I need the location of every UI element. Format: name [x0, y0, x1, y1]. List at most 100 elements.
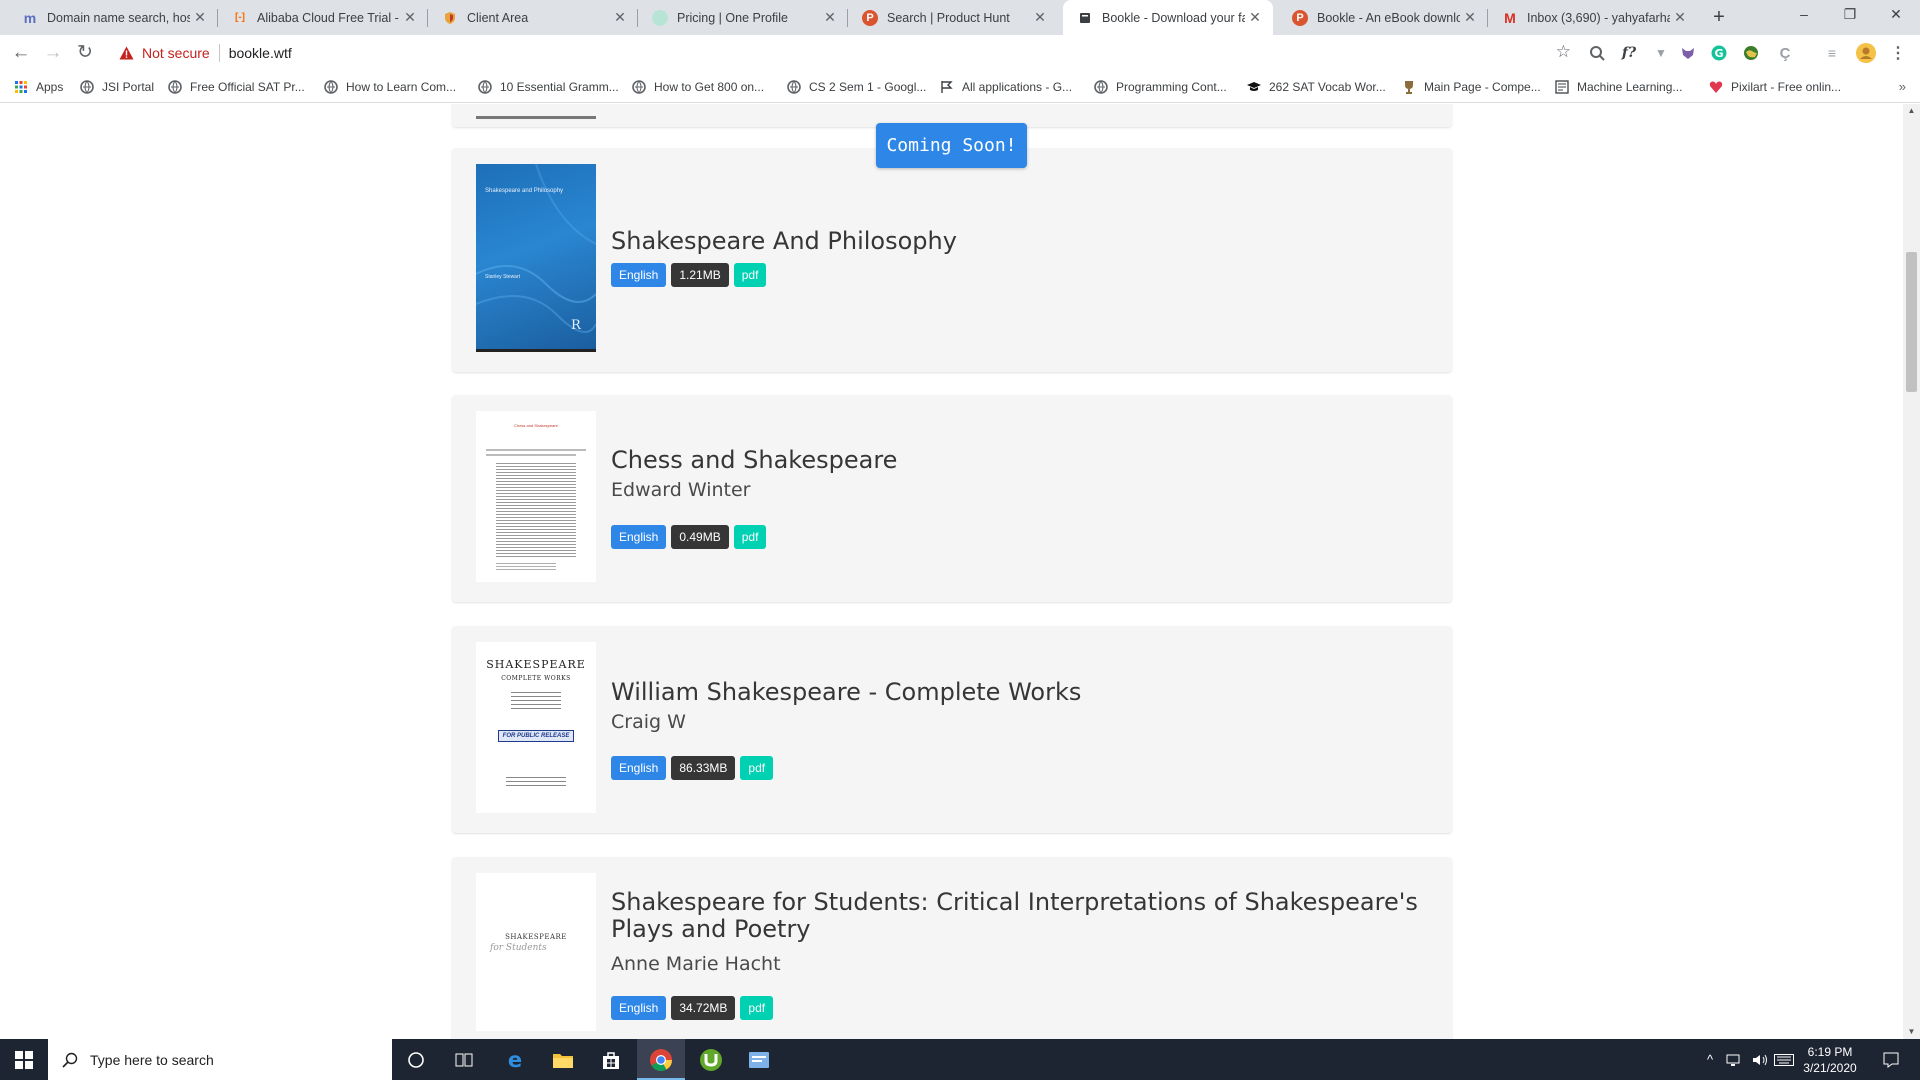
volume-icon[interactable]	[1750, 1039, 1772, 1080]
formula-extension-icon[interactable]: f?	[1619, 43, 1639, 63]
tab-bookle-active[interactable]: Bookle - Download your fav ✕	[1063, 0, 1273, 35]
bookmark-label: CS 2 Sem 1 - Googl...	[809, 80, 927, 94]
tab-title: Client Area	[467, 10, 529, 25]
tab-alibaba[interactable]: [-] Alibaba Cloud Free Trial - B ✕	[218, 0, 428, 35]
network-icon[interactable]	[1722, 1039, 1748, 1080]
tab-gmail-inbox[interactable]: M Inbox (3,690) - yahyafarhan ✕	[1488, 0, 1698, 35]
playlist-extension-icon[interactable]: ≡	[1822, 43, 1842, 63]
close-tab-icon[interactable]: ✕	[190, 9, 210, 26]
close-tab-icon[interactable]: ✕	[1245, 9, 1265, 26]
tab-domain-search[interactable]: m Domain name search, hosti ✕	[8, 0, 218, 35]
keyboard-icon[interactable]	[1772, 1039, 1796, 1080]
book-cover-image[interactable]: SHAKESPEARE COMPLETE WORKS FOR PUBLIC RE…	[476, 642, 596, 813]
close-tab-icon[interactable]: ✕	[1460, 9, 1480, 26]
new-tab-button[interactable]: +	[1707, 6, 1731, 30]
tab-title: Pricing | One Profile	[677, 10, 788, 25]
scrollbar-thumb[interactable]	[1906, 252, 1917, 392]
bookmark-label: How to Learn Com...	[346, 80, 457, 94]
back-icon[interactable]: ←	[8, 40, 34, 66]
file-explorer-icon[interactable]	[539, 1039, 587, 1080]
book-icon	[1077, 10, 1093, 26]
book-card[interactable]: SHAKESPEARE COMPLETE WORKS FOR PUBLIC RE…	[452, 626, 1452, 833]
vue-extension-icon[interactable]: ▼	[1651, 43, 1671, 63]
book-title[interactable]: William Shakespeare - Complete Works	[611, 679, 1431, 706]
bookmark-star-icon[interactable]: ☆	[1556, 42, 1571, 62]
format-tag[interactable]: pdf	[740, 996, 774, 1020]
book-title[interactable]: Chess and Shakespeare	[611, 447, 1431, 474]
tab-one-profile[interactable]: Pricing | One Profile ✕	[638, 0, 848, 35]
book-card[interactable]: Shakespeare and Philosophy Stanley Stewa…	[452, 148, 1452, 372]
book-title[interactable]: Shakespeare And Philosophy	[611, 228, 1431, 255]
flag-icon	[940, 80, 954, 94]
bookmark-machine-learning[interactable]: Machine Learning...	[1555, 71, 1682, 103]
bookmark-apps[interactable]: Apps	[14, 71, 63, 103]
grammarly-icon[interactable]: G	[1709, 43, 1729, 63]
bookmark-applications[interactable]: All applications - G...	[940, 71, 1072, 103]
restore-button[interactable]: ❐	[1827, 0, 1873, 30]
cortana-button[interactable]	[392, 1039, 440, 1080]
scroll-down-icon[interactable]: ▼	[1903, 1025, 1920, 1039]
format-tag[interactable]: pdf	[740, 756, 774, 780]
bookmark-800[interactable]: How to Get 800 on...	[632, 71, 764, 103]
gmail-icon: M	[1504, 9, 1516, 26]
book-title[interactable]: Shakespeare for Students: Critical Inter…	[611, 889, 1431, 943]
warning-icon[interactable]	[118, 45, 134, 61]
page-scrollbar[interactable]: ▲ ▼	[1903, 104, 1920, 1039]
utorrent-icon[interactable]	[687, 1039, 735, 1080]
bookmark-learn-com[interactable]: How to Learn Com...	[324, 71, 456, 103]
close-window-button[interactable]: ✕	[1873, 0, 1919, 30]
address-bar[interactable]: Not secure bookle.wtf ☆	[110, 37, 1585, 68]
chrome-menu-icon[interactable]: ⋮	[1888, 43, 1908, 63]
bookmark-pixilart[interactable]: Pixilart - Free onlin...	[1709, 71, 1841, 103]
book-card[interactable]: Chess and Shakespeare Chess and Shakespe…	[452, 395, 1452, 602]
minimize-button[interactable]: –	[1781, 0, 1827, 30]
task-view-icon[interactable]	[440, 1039, 488, 1080]
book-cover-image[interactable]: SHAKESPEARE for Students	[476, 873, 596, 1031]
close-tab-icon[interactable]: ✕	[610, 9, 630, 26]
bookmark-jsi-portal[interactable]: JSI Portal	[80, 71, 154, 103]
browser-tab-strip: m Domain name search, hosti ✕ [-] Alibab…	[0, 0, 1920, 35]
tray-overflow-icon[interactable]: ^	[1700, 1039, 1720, 1080]
close-tab-icon[interactable]: ✕	[1670, 9, 1690, 26]
bookmark-label: 10 Essential Gramm...	[500, 80, 619, 94]
format-tag[interactable]: pdf	[733, 525, 767, 549]
document-icon	[1555, 80, 1569, 94]
windows-start-button[interactable]	[0, 1039, 48, 1080]
bookmark-sat-vocab[interactable]: 262 SAT Vocab Wor...	[1247, 71, 1386, 103]
avatar[interactable]	[1856, 43, 1876, 63]
notifications-icon[interactable]	[1872, 1039, 1910, 1080]
scroll-up-icon[interactable]: ▲	[1903, 104, 1920, 118]
bookmark-sat-practice[interactable]: Free Official SAT Pr...	[168, 71, 305, 103]
reload-icon[interactable]: ↻	[72, 40, 98, 66]
coming-soon-button[interactable]: Coming Soon!	[876, 123, 1027, 168]
close-tab-icon[interactable]: ✕	[400, 9, 420, 26]
book-cover-image[interactable]: Shakespeare and Philosophy Stanley Stewa…	[476, 164, 596, 352]
system-clock[interactable]: 6:19 PM 3/21/2020	[1795, 1044, 1865, 1076]
bookmarks-overflow-button[interactable]: »	[1899, 79, 1906, 94]
store-icon[interactable]	[587, 1039, 635, 1080]
forward-icon[interactable]: →	[40, 40, 66, 66]
globe-extension-icon[interactable]	[1741, 43, 1761, 63]
bookmark-cs2[interactable]: CS 2 Sem 1 - Googl...	[787, 71, 926, 103]
fox-extension-icon[interactable]	[1678, 43, 1698, 63]
app-window-icon[interactable]	[735, 1039, 783, 1080]
zoom-icon[interactable]	[1587, 43, 1607, 63]
close-tab-icon[interactable]: ✕	[820, 9, 840, 26]
book-card[interactable]: SHAKESPEARE for Students Shakespeare for…	[452, 857, 1452, 1039]
code-extension-icon[interactable]: Ç	[1775, 43, 1795, 63]
tab-title: Bookle - Download your fav	[1102, 10, 1245, 25]
edge-icon[interactable]: e	[491, 1039, 539, 1080]
chrome-taskbar-icon[interactable]	[637, 1039, 685, 1080]
format-tag[interactable]: pdf	[733, 263, 767, 287]
url-text[interactable]: bookle.wtf	[229, 45, 292, 61]
bookmark-programming[interactable]: Programming Cont...	[1094, 71, 1227, 103]
tab-bookle-ph[interactable]: P Bookle - An eBook downloa ✕	[1278, 0, 1488, 35]
taskbar-search-box[interactable]: Type here to search	[48, 1039, 392, 1080]
bookmark-compe[interactable]: Main Page - Compe...	[1402, 71, 1541, 103]
book-cover-image[interactable]: Chess and Shakespeare	[476, 411, 596, 582]
bookmark-grammar[interactable]: 10 Essential Gramm...	[478, 71, 619, 103]
close-tab-icon[interactable]: ✕	[1030, 9, 1050, 26]
tab-client-area[interactable]: Client Area ✕	[428, 0, 638, 35]
security-label[interactable]: Not secure	[142, 45, 210, 61]
tab-product-hunt[interactable]: P Search | Product Hunt ✕	[848, 0, 1058, 35]
